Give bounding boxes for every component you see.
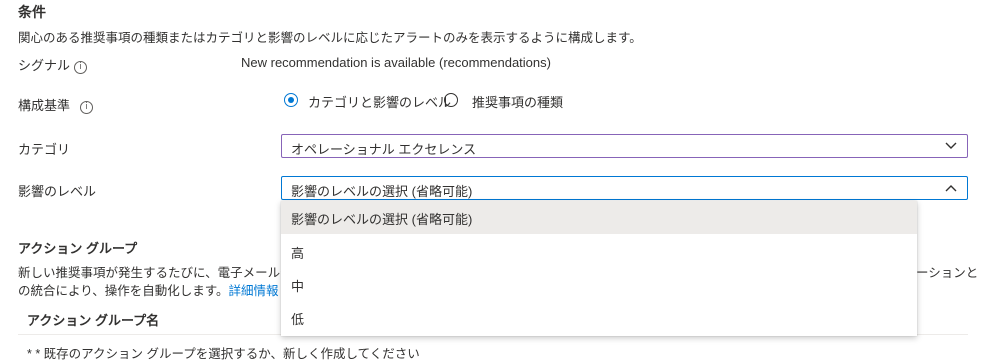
impact-label: 影響のレベル: [18, 184, 97, 199]
radio-selected-icon[interactable]: [284, 93, 298, 107]
signal-label: シグナル: [18, 58, 71, 73]
chevron-down-icon: [945, 142, 957, 149]
configure-by-label: 構成基準: [18, 98, 71, 113]
category-value: オペレーショナル エクセレンス: [291, 142, 477, 157]
signal-label-row: シグナル i: [18, 55, 88, 74]
impact-option-label: 高: [291, 246, 305, 261]
category-label: カテゴリ: [18, 142, 71, 157]
action-groups-desc-left: 新しい推奨事項が発生するたびに、電子メールや: [18, 266, 293, 280]
radio-option-recommendation-type[interactable]: 推奨事項の種類: [444, 91, 574, 111]
learn-more-link[interactable]: 詳細情報: [229, 284, 279, 298]
action-groups-desc-right: ーションと: [916, 266, 979, 280]
configure-by-label-row: 構成基準 i: [18, 95, 94, 114]
impact-option-low[interactable]: 低: [281, 301, 917, 334]
action-group-hint: * * 既存のアクション グループを選択するか、新しく作成してください: [27, 347, 420, 361]
info-icon[interactable]: i: [74, 61, 88, 74]
info-icon[interactable]: i: [80, 101, 94, 114]
chevron-up-icon: [945, 185, 957, 192]
conditions-description: 関心のある推奨事項の種類またはカテゴリと影響のレベルに応じたアラートのみを表示す…: [18, 31, 642, 45]
action-groups-heading: アクション グループ: [18, 241, 138, 256]
radio-unselected-icon[interactable]: [444, 93, 458, 107]
radio-option-category-impact[interactable]: カテゴリと影響のレベル: [284, 91, 454, 111]
action-group-name-column-header: アクション グループ名: [27, 313, 160, 328]
radio-label: カテゴリと影響のレベル: [308, 95, 452, 110]
impact-option[interactable]: 影響のレベルの選択 (省略可能): [281, 201, 917, 234]
impact-option-medium[interactable]: 中: [281, 268, 917, 301]
conditions-heading: 条件: [18, 4, 46, 20]
signal-value: New recommendation is available (recomme…: [241, 55, 551, 70]
impact-option-label: 中: [291, 279, 305, 294]
impact-dropdown-list: 影響のレベルの選択 (省略可能) 高 中 低: [281, 201, 917, 336]
impact-option-label: 影響のレベルの選択 (省略可能): [291, 212, 473, 227]
impact-option-label: 低: [291, 312, 305, 327]
category-dropdown[interactable]: オペレーショナル エクセレンス: [281, 134, 968, 158]
impact-value: 影響のレベルの選択 (省略可能): [291, 184, 473, 199]
action-groups-desc-line2: の統合により、操作を自動化します。詳細情報: [18, 280, 279, 299]
radio-label: 推奨事項の種類: [472, 95, 564, 110]
impact-option-high[interactable]: 高: [281, 235, 917, 268]
impact-dropdown[interactable]: 影響のレベルの選択 (省略可能): [281, 176, 968, 200]
action-groups-desc-text: の統合により、操作を自動化します。: [18, 284, 229, 298]
